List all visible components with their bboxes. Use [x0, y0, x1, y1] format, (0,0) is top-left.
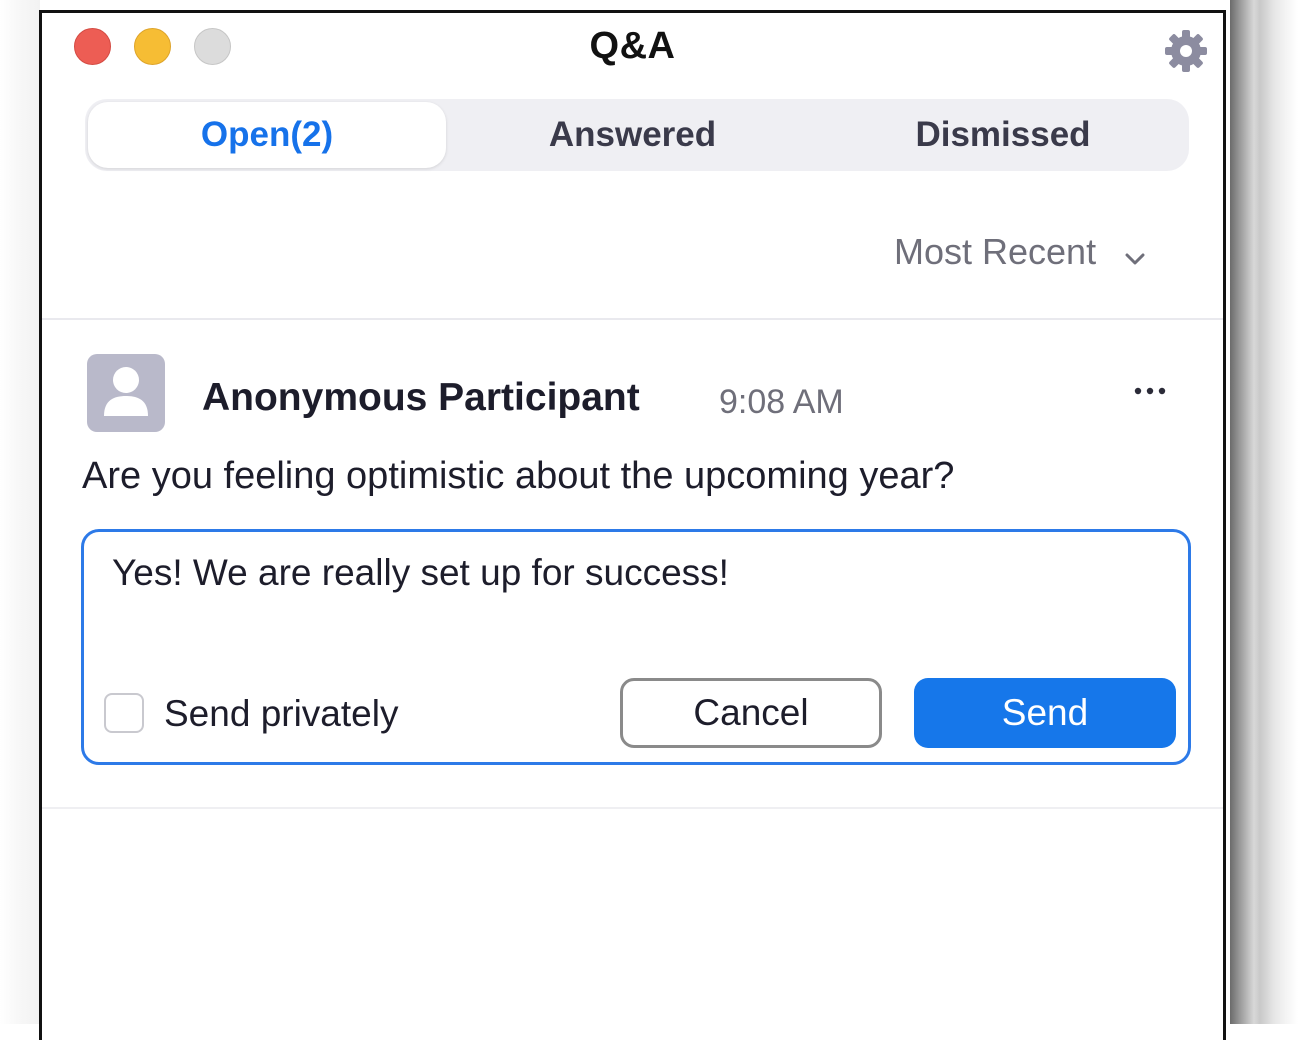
tab-dismissed[interactable]: Dismissed [817, 99, 1189, 171]
question-time: 9:08 AM [719, 383, 844, 421]
user-icon [104, 367, 148, 416]
more-icon[interactable] [1130, 373, 1174, 403]
sort-dropdown[interactable]: Most Recent [894, 231, 1146, 281]
cancel-button[interactable]: Cancel [620, 678, 882, 748]
avatar [87, 354, 165, 432]
question-text: Are you feeling optimistic about the upc… [82, 455, 955, 497]
send-privately-checkbox[interactable] [104, 693, 144, 733]
send-privately-label: Send privately [164, 693, 399, 734]
send-button[interactable]: Send [914, 678, 1176, 748]
question-author: Anonymous Participant [202, 376, 640, 419]
reply-box: Yes! We are really set up for success! S… [81, 529, 1191, 765]
qa-window: Q&A Open(2) Answered Dismissed Most Rece… [39, 10, 1226, 1040]
sort-label: Most Recent [894, 231, 1097, 272]
window-title: Q&A [589, 25, 676, 67]
divider [42, 318, 1223, 320]
qa-tabs: Open(2) Answered Dismissed [85, 99, 1189, 171]
chevron-down-icon [1124, 233, 1146, 275]
tab-answered[interactable]: Answered [450, 99, 815, 171]
window-shadow [1230, 0, 1298, 1024]
answer-input[interactable]: Yes! We are really set up for success! [112, 552, 1152, 662]
divider [42, 807, 1223, 809]
backdrop [0, 0, 40, 1024]
tab-open[interactable]: Open(2) [88, 102, 446, 168]
gear-icon[interactable] [1164, 29, 1208, 73]
